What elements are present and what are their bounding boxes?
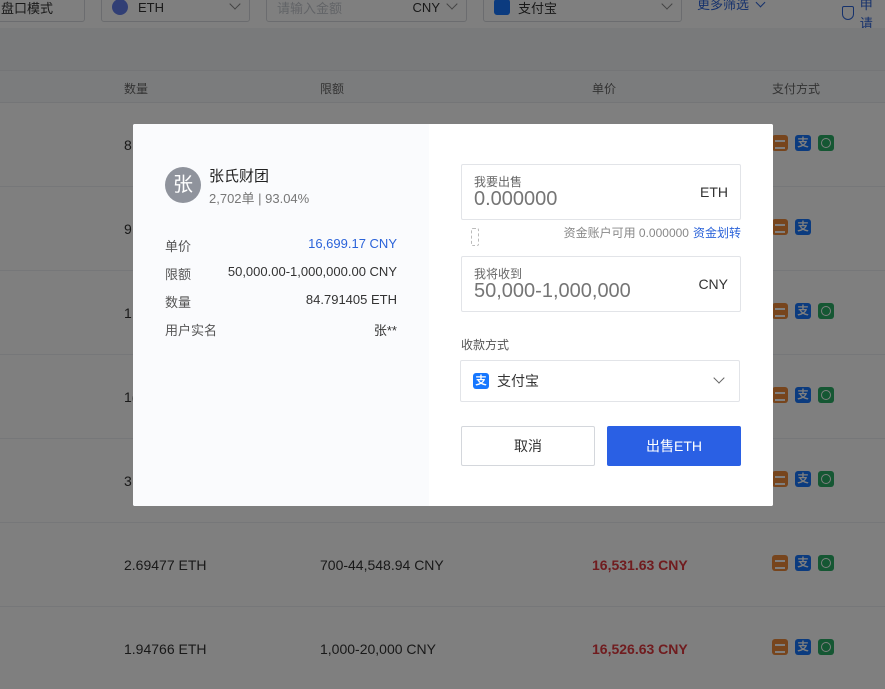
info-limit-value: 50,000.00-1,000,000.00 CNY: [227, 264, 397, 279]
payment-method-label: 收款方式: [461, 338, 510, 352]
info-price-value: 16,699.17 CNY: [308, 236, 397, 251]
receive-amount-input[interactable]: [474, 280, 684, 303]
info-limit-label: 限额: [165, 267, 192, 282]
order-form: 我要出售 ETH 资金账户可用 0.000000 资金划转 我将收到 CNY 收款…: [429, 124, 773, 506]
available-text: 资金账户可用 0.000000: [563, 226, 689, 240]
sell-amount-unit: ETH: [700, 184, 728, 200]
merchant-stats: 2,702单 | 93.04%: [209, 191, 310, 206]
sell-eth-button[interactable]: 出售ETH: [607, 426, 741, 466]
sell-amount-field[interactable]: 我要出售 ETH: [461, 164, 741, 220]
avatar: 张: [165, 167, 201, 203]
info-qty-value: 84.791405 ETH: [305, 292, 397, 307]
cancel-button[interactable]: 取消: [461, 426, 595, 466]
payment-method-value: 支付宝: [497, 373, 539, 389]
info-realname-label: 用户实名: [165, 323, 218, 338]
receive-amount-field[interactable]: 我将收到 CNY: [461, 256, 741, 312]
payment-method-select[interactable]: 支 支付宝: [460, 360, 740, 402]
info-realname-value: 张**: [373, 323, 397, 338]
info-price-label: 单价: [165, 239, 192, 254]
info-qty-label: 数量: [165, 295, 192, 310]
sell-dialog: 张 张氏财团 2,702单 | 93.04% 单价 16,699.17 CNY …: [133, 124, 773, 506]
chevron-down-icon: [713, 372, 725, 384]
sell-amount-input[interactable]: [474, 188, 684, 211]
available-balance: 资金账户可用 0.000000 资金划转: [564, 224, 741, 241]
receive-amount-unit: CNY: [698, 276, 728, 292]
transfer-link[interactable]: 资金划转: [693, 226, 741, 240]
alipay-icon: 支: [473, 373, 489, 389]
swap-icon[interactable]: [471, 228, 479, 246]
merchant-panel: 张 张氏财团 2,702单 | 93.04% 单价 16,699.17 CNY …: [133, 124, 429, 506]
merchant-name: 张氏财团: [209, 168, 270, 185]
